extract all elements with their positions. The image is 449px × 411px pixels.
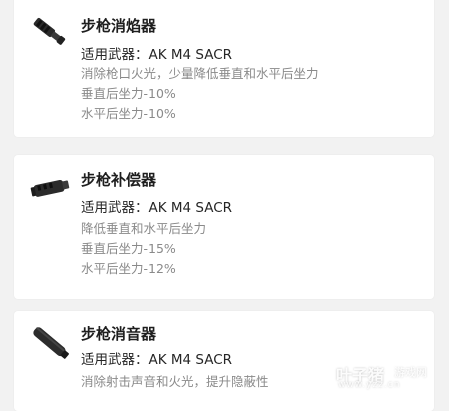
- item-title: 步枪补偿器: [81, 171, 157, 189]
- pig-logo-icon: [308, 358, 334, 388]
- attachment-card-compensator[interactable]: 步枪补偿器 适用武器：AK M4 SACR 降低垂直和水平后坐力 垂直后坐力-1…: [14, 155, 434, 299]
- item-title: 步枪消音器: [81, 325, 157, 343]
- compatible-weapons: 适用武器：AK M4 SACR: [81, 352, 233, 368]
- suppressor-icon: [28, 321, 74, 369]
- compatible-weapons: 适用武器：AK M4 SACR: [81, 200, 233, 216]
- item-description-line: 降低垂直和水平后坐力: [81, 221, 207, 236]
- site-watermark: 叶子猪 游戏网 www.yzz.cn: [308, 356, 448, 390]
- item-title: 步枪消焰器: [81, 17, 157, 35]
- vertical-recoil-stat: 垂直后坐力-15%: [81, 241, 176, 256]
- attachment-card-flash-hider[interactable]: 步枪消焰器 适用武器：AK M4 SACR 消除枪口火光，少量降低垂直和水平后坐…: [14, 0, 434, 137]
- item-description-line: 消除枪口火光，少量降低垂直和水平后坐力: [81, 66, 319, 81]
- flash-hider-icon: [28, 13, 74, 55]
- item-description-line: 消除射击声音和火光，提升隐蔽性: [81, 374, 269, 389]
- compensator-icon: [28, 171, 74, 209]
- horizontal-recoil-stat: 水平后坐力-10%: [81, 106, 176, 121]
- vertical-recoil-stat: 垂直后坐力-10%: [81, 86, 176, 101]
- watermark-tag: 游戏网: [390, 363, 431, 381]
- watermark-url: www.yzz.cn: [338, 380, 401, 390]
- compatible-weapons: 适用武器：AK M4 SACR: [81, 47, 233, 63]
- horizontal-recoil-stat: 水平后坐力-12%: [81, 261, 176, 276]
